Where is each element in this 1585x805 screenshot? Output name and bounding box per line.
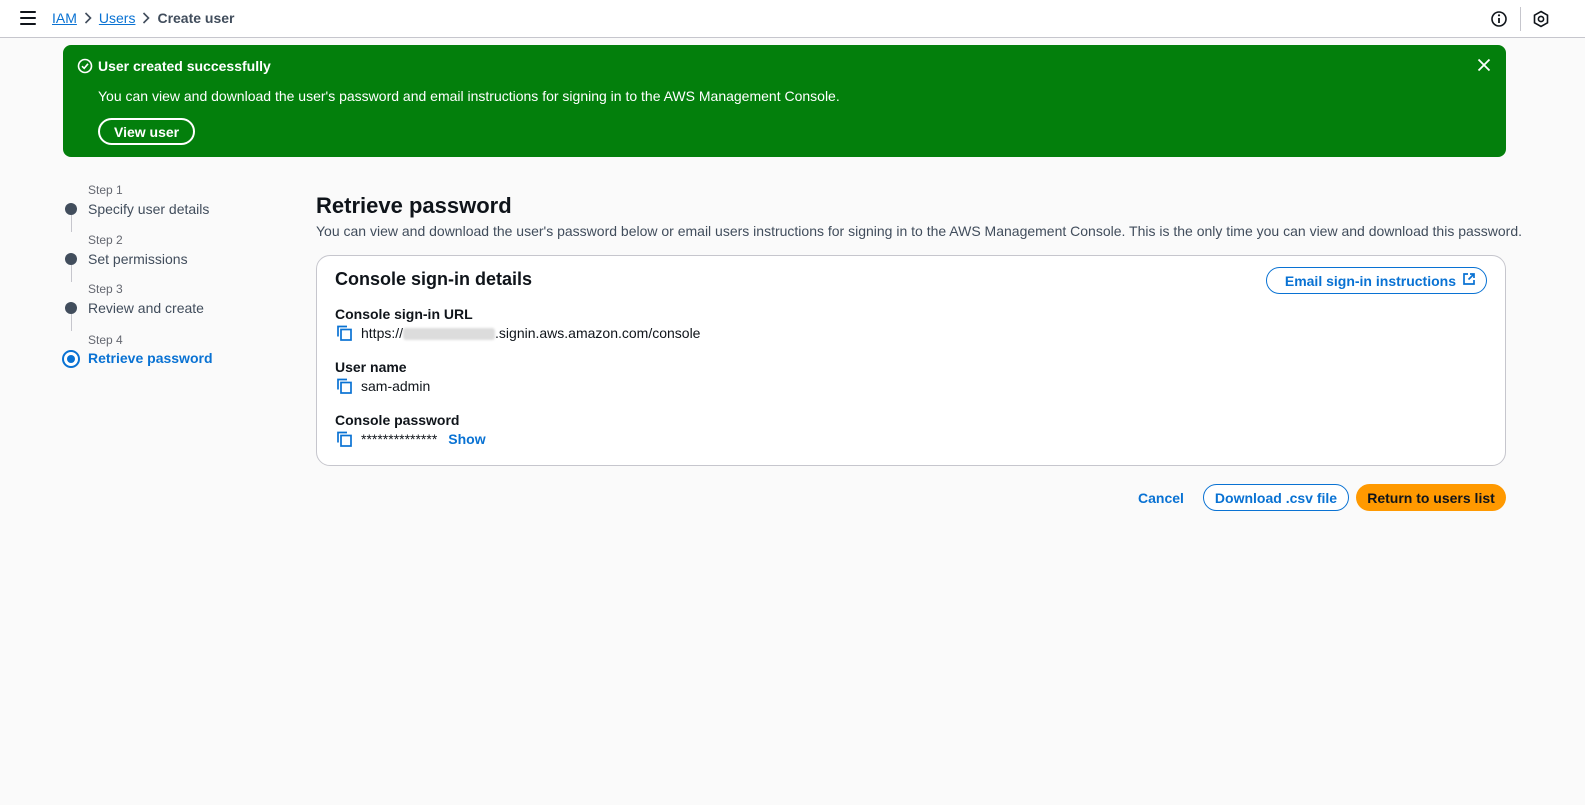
external-link-icon [1462,272,1476,289]
step-title: Retrieve password [88,350,213,366]
sign-in-url-value: https:// .signin.aws.amazon.com/console [361,325,700,341]
url-prefix: https:// [361,325,404,341]
copy-icon[interactable] [335,324,353,342]
breadcrumb-current: Create user [157,10,235,26]
flash-title: User created successfully [98,58,271,74]
page-title: Retrieve password [316,193,512,218]
redacted-account-id [403,328,496,341]
step-number: Step 1 [88,183,123,197]
step-title: Review and create [88,300,204,316]
hamburger-icon[interactable] [20,11,36,25]
field-label: Console sign-in URL [335,306,473,322]
view-user-button[interactable]: View user [98,118,196,145]
success-flash-banner: User created successfully You can view a… [63,45,1506,157]
step-title: Set permissions [88,251,188,267]
top-navigation-bar: IAM Users Create user [0,0,1585,38]
card-title: Console sign-in details [335,269,533,289]
console-sign-in-details-card: Console sign-in details Email sign-in in… [316,255,1506,466]
step-status-dot-active [62,350,80,368]
url-suffix: .signin.aws.amazon.com/console [495,325,701,341]
top-divider [1520,7,1521,31]
breadcrumb: IAM Users Create user [52,10,235,26]
settings-icon[interactable] [1532,10,1550,28]
step-number: Step 3 [88,282,123,296]
step-number: Step 2 [88,233,123,247]
step-title: Specify user details [88,201,210,217]
show-password-link[interactable]: Show [448,431,485,447]
success-check-icon [77,58,93,74]
password-value: ************** [361,431,438,447]
step-number: Step 4 [88,333,123,347]
flash-message: You can view and download the user's pas… [98,88,840,104]
field-label: User name [335,359,407,375]
step-status-dot [65,203,77,215]
chevron-right-icon [135,10,157,26]
return-to-users-list-button[interactable]: Return to users list [1356,484,1506,511]
field-label: Console password [335,412,460,428]
console-password-field: Console password ************** Show [335,412,486,448]
breadcrumb-users[interactable]: Users [99,10,136,26]
copy-icon[interactable] [335,377,353,395]
info-icon[interactable] [1490,10,1508,28]
page-description: You can view and download the user's pas… [316,223,1523,239]
step-status-dot [65,302,77,314]
copy-icon[interactable] [335,430,353,448]
download-csv-button[interactable]: Download .csv file [1203,484,1349,511]
breadcrumb-iam[interactable]: IAM [52,10,77,26]
email-button-label: Email sign-in instructions [1284,272,1456,289]
user-name-value: sam-admin [361,378,431,394]
email-sign-in-instructions-button[interactable]: Email sign-in instructions [1265,267,1487,294]
chevron-right-icon [77,10,99,26]
user-name-field: User name sam-admin [335,359,430,395]
cancel-button[interactable]: Cancel [1128,484,1194,511]
close-icon[interactable] [1476,57,1492,73]
step-status-dot [65,253,77,265]
sign-in-url-field: Console sign-in URL https:// .signin.aws.… [335,306,700,342]
